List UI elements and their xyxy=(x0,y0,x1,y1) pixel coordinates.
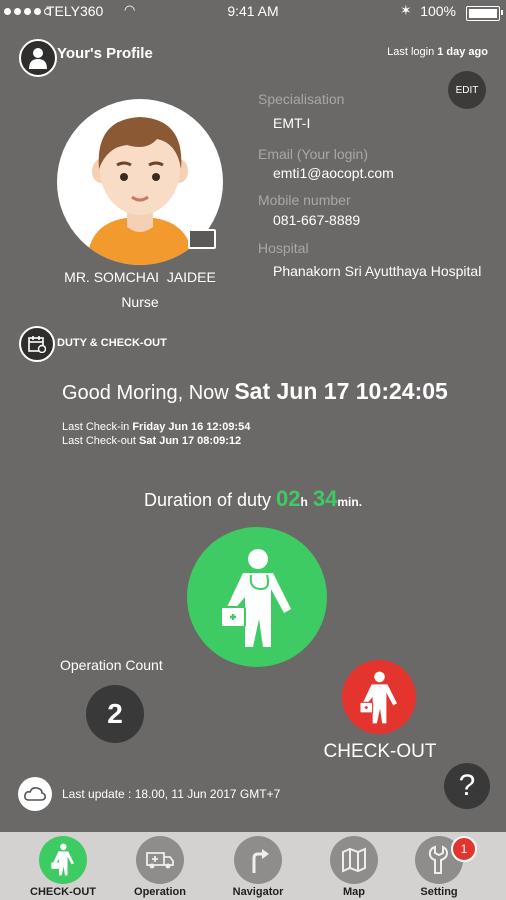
profile-icon xyxy=(19,39,57,77)
edit-button[interactable]: EDIT xyxy=(448,71,486,109)
hospital-value: Phanakorn Sri Ayutthaya Hospital xyxy=(273,263,482,279)
operation-count-label: Operation Count xyxy=(60,657,163,673)
battery-percent: 100% xyxy=(420,3,456,19)
duty-minutes: 34 xyxy=(312,486,338,511)
tab-label: Setting xyxy=(420,886,458,898)
calendar-icon xyxy=(19,326,55,362)
avatar-edit-icon[interactable] xyxy=(188,229,216,249)
bluetooth-icon: ✶ xyxy=(400,2,412,18)
operation-count: 2 xyxy=(86,685,144,743)
check-out-button[interactable] xyxy=(342,660,416,734)
email-value: emti1@aocopt.com xyxy=(273,165,394,181)
tab-label: CHECK-OUT xyxy=(30,886,96,898)
doctor-icon xyxy=(359,671,397,724)
status-bar: TELY360 ◠ 9:41 AM ✶ 100% xyxy=(0,0,506,24)
tab-label: Navigator xyxy=(232,886,284,898)
last-login: Last login 1 day ago xyxy=(387,46,488,58)
last-checkout: Last Check-out Sat Jun 17 08:09:12 xyxy=(62,435,242,447)
check-out-label[interactable]: CHECK-OUT xyxy=(318,741,442,763)
doctor-icon xyxy=(220,549,291,647)
tab-bar: CHECK-OUT Operation Navigator Map Settin… xyxy=(0,832,506,900)
mobile-value: 081-667-8889 xyxy=(273,212,361,228)
last-checkin: Last Check-in Friday Jun 16 12:09:54 xyxy=(62,421,251,433)
profile-title: Your's Profile xyxy=(57,45,153,62)
map-icon xyxy=(330,836,378,884)
duty-hours: 02 xyxy=(276,486,301,511)
cloud-sync-icon[interactable] xyxy=(18,777,52,811)
tab-check-out[interactable]: CHECK-OUT xyxy=(18,836,108,898)
check-in-button[interactable] xyxy=(187,527,327,667)
tab-map[interactable]: Map xyxy=(309,836,399,898)
navigator-icon xyxy=(234,836,282,884)
tab-navigator[interactable]: Navigator xyxy=(213,836,303,898)
battery-icon xyxy=(466,6,500,21)
tab-operation[interactable]: Operation xyxy=(115,836,205,898)
mobile-label: Mobile number xyxy=(258,192,351,208)
tab-label: Map xyxy=(343,886,365,898)
specialisation-label: Specialisation xyxy=(258,91,345,107)
duty-title: DUTY & CHECK-OUT xyxy=(57,337,167,349)
specialisation-value: EMT-I xyxy=(273,115,311,131)
help-button[interactable]: ? xyxy=(444,763,490,809)
doctor-icon xyxy=(39,836,87,884)
current-datetime: Sat Jun 17 10:24:05 xyxy=(234,378,448,404)
duration-of-duty: Duration of duty 02h 34min. xyxy=(143,486,363,511)
last-update: Last update : 18.00, 11 Jun 2017 GMT+7 xyxy=(62,787,281,801)
email-label: Email (Your login) xyxy=(258,146,368,162)
user-name: MR. SOMCHAI JAIDEE xyxy=(64,269,216,285)
ambulance-icon xyxy=(136,836,184,884)
greeting-line: Good Moring, Now Sat Jun 17 10:24:05 xyxy=(62,378,448,405)
user-role: Nurse xyxy=(121,294,159,310)
greeting: Good Moring, Now xyxy=(62,382,229,404)
notification-badge: 1 xyxy=(451,836,477,862)
hospital-label: Hospital xyxy=(258,240,309,256)
tab-label: Operation xyxy=(134,886,186,898)
